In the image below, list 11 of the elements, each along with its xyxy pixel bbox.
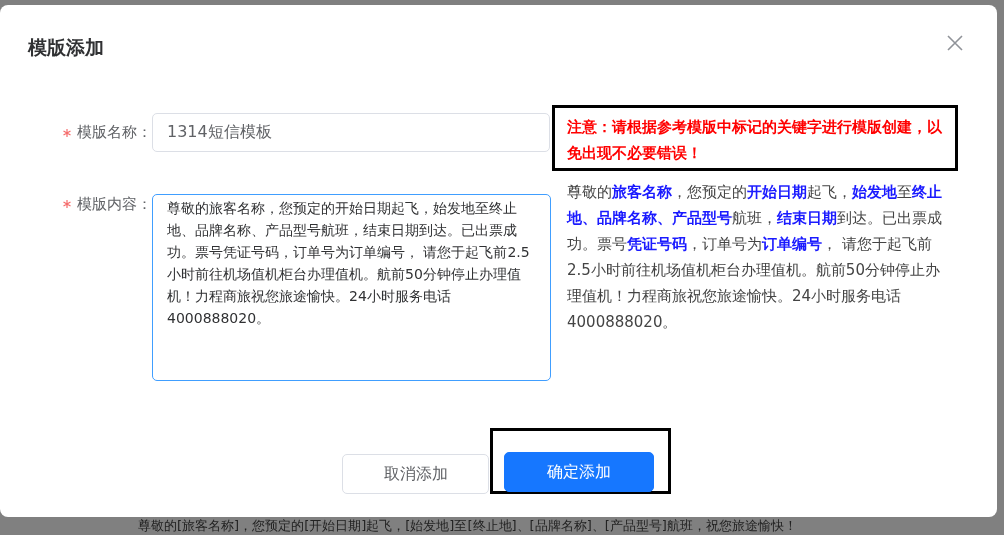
reference-text: 尊敬的旅客名称，您预定的开始日期起飞，始发地至终止地、品牌名称、产品型号航班，结束日期到达。已出票成功。票号凭证号码，订单号为订单编号， 请您于起飞前2.5小时前往机场值机柜台办理值机。航前50分钟停止办理值机！力程商旅祝您旅途愉快。24小时服务电话4000888020。 bbox=[567, 182, 943, 333]
cancel-button[interactable]: 取消添加 bbox=[342, 454, 489, 494]
field-label: 模版名称： bbox=[77, 123, 152, 142]
input-field[interactable]: 1314短信模板 bbox=[152, 113, 550, 152]
field-label: 模版内容： bbox=[77, 194, 152, 214]
confirm-button[interactable]: 确定添加 bbox=[504, 452, 654, 492]
background-text: 尊敬的[旅客名称]，您预定的[开始日期]起飞，[始发地]至[终止地]、[品牌名称]、[产品型号]航班，祝您旅途愉快！ bbox=[137, 517, 798, 535]
notice-box: 注意：请根据参考模版中标记的关键字进行模版创建，以免出现不必要错误！ bbox=[552, 105, 958, 171]
text-area[interactable]: 尊敬的旅客名称，您预定的开始日期起飞，始发地至终止地、品牌名称、产品型号航班，结束日期到达。已出票成功。票号凭证号码，订单号为订单编号， 请您于起飞前2.5小时前往机场值机柜台办理值机。航前50分钟停止办理值机！力程商旅祝您旅途愉快。24小时服务电话4000888020。 bbox=[152, 194, 551, 381]
close-icon[interactable] bbox=[947, 35, 963, 51]
dialog-title: 模版添加 bbox=[28, 35, 104, 60]
